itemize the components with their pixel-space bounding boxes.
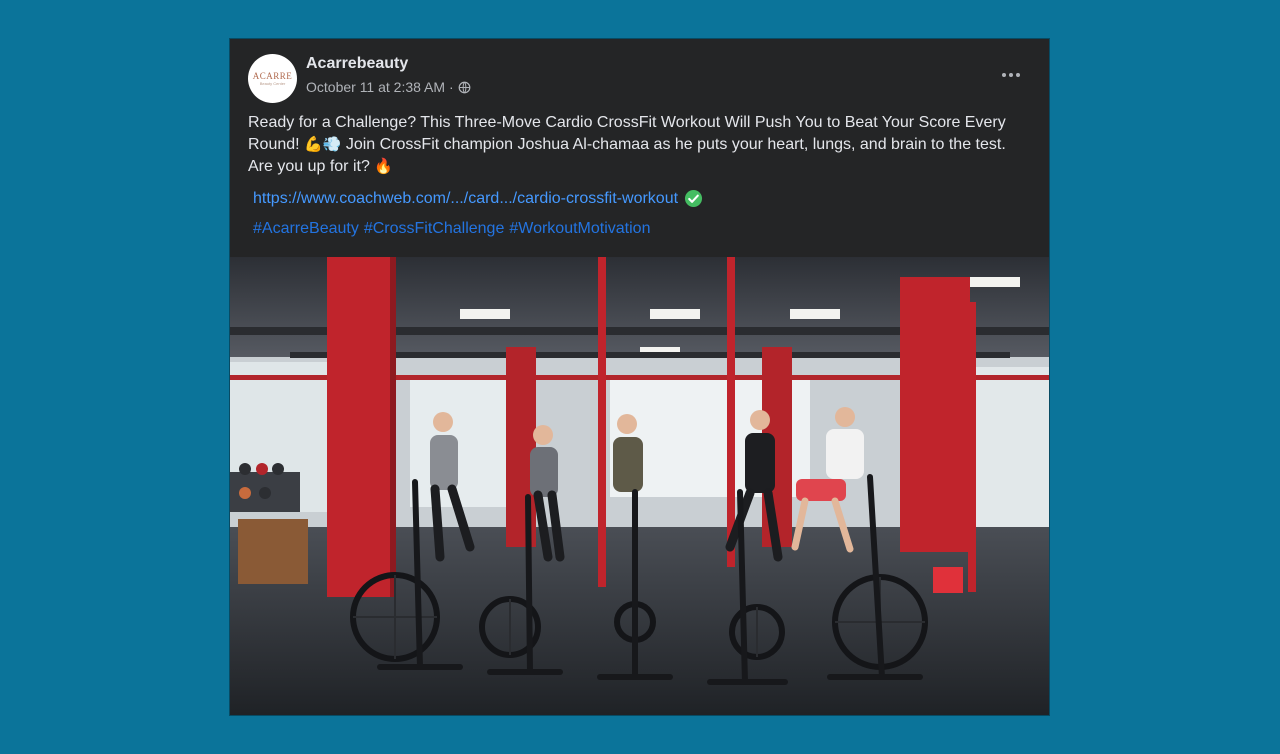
more-options-icon[interactable] <box>995 63 1027 87</box>
post-meta: October 11 at 2:38 AM · <box>306 79 471 95</box>
more-dot <box>1016 73 1020 77</box>
post-photo[interactable] <box>230 257 1049 715</box>
post-card: ACARRE Beauty Center Acarrebeauty Octobe… <box>230 39 1049 715</box>
check-circle-icon <box>684 189 703 208</box>
hashtags: #AcarreBeauty #CrossFitChallenge #Workou… <box>253 220 650 238</box>
avatar[interactable]: ACARRE Beauty Center <box>248 54 297 103</box>
post-timestamp[interactable]: October 11 at 2:38 AM <box>306 79 445 95</box>
flexed-biceps-emoji: 💪💨 <box>304 136 342 153</box>
link-row: https://www.coachweb.com/.../card.../car… <box>253 189 703 208</box>
hashtag-crossfitchallenge[interactable]: #CrossFitChallenge <box>364 220 505 238</box>
gym-photo-illustration <box>230 257 1049 715</box>
more-dot <box>1009 73 1013 77</box>
avatar-logo-text: ACARRE <box>252 70 293 81</box>
hashtag-acarrebeauty[interactable]: #AcarreBeauty <box>253 220 359 238</box>
globe-icon <box>458 81 471 93</box>
fire-emoji: 🔥 <box>374 158 393 175</box>
avatar-logo-subtext: Beauty Center <box>259 80 286 86</box>
meta-separator: · <box>449 79 454 95</box>
post-header: ACARRE Beauty Center Acarrebeauty Octobe… <box>230 39 1049 109</box>
more-dot <box>1002 73 1006 77</box>
post-text-part2: Join CrossFit champion Joshua Al-chamaa … <box>248 136 1006 175</box>
page-name[interactable]: Acarrebeauty <box>306 55 408 73</box>
post-text: Ready for a Challenge? This Three-Move C… <box>248 112 1033 178</box>
article-link[interactable]: https://www.coachweb.com/.../card.../car… <box>253 190 678 208</box>
hashtag-workoutmotivation[interactable]: #WorkoutMotivation <box>509 220 650 238</box>
